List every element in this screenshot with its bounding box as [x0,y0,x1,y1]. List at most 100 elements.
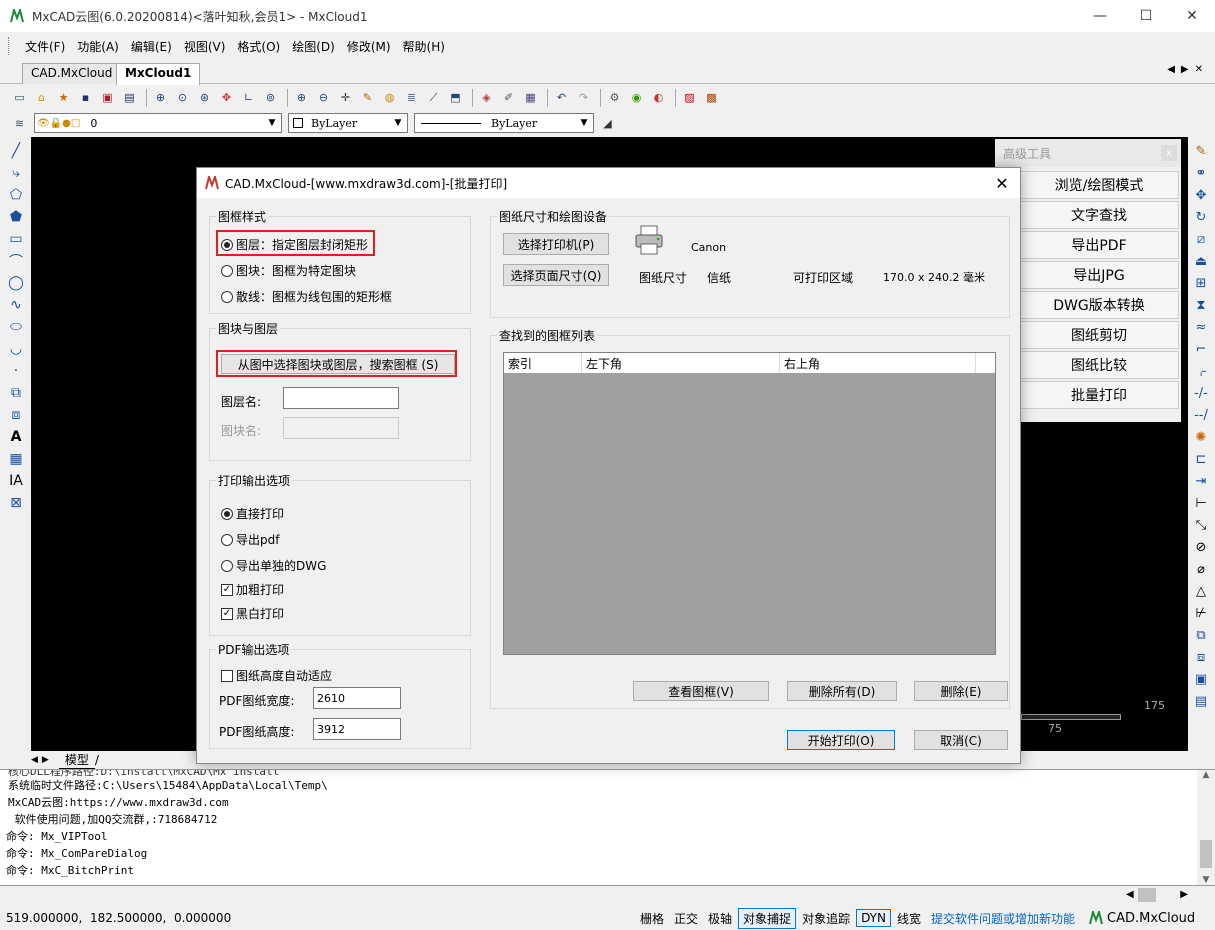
pdf-height-input[interactable]: 3912 [313,718,401,740]
extend-tool-icon[interactable]: --/ [1190,404,1212,426]
scroll-up-icon[interactable]: ▲ [1197,770,1215,786]
table-tool-icon[interactable]: ▦ [5,448,27,470]
mtext-tool-icon[interactable]: IA [5,470,27,492]
open-file-icon[interactable]: ⌂ [32,89,51,107]
command-history[interactable]: 核心DLL程序路径:D:\install\MxCAD\Mx_install 系统… [0,769,1215,886]
menu-draw[interactable]: 绘图(D) [286,38,341,55]
toggle-lineweight[interactable]: 线宽 [893,909,925,928]
offset-tool-icon[interactable]: ≈ [1190,316,1212,338]
menu-modify[interactable]: 修改(M) [341,38,397,55]
save-as-icon[interactable]: ▣ [98,89,117,107]
palette-icon[interactable]: ◍ [380,89,399,107]
layout-nav-arrows[interactable]: ◀▶ [31,755,53,765]
lineweight-icon[interactable]: ◢ [598,114,617,132]
move-icon[interactable]: ✛ [336,89,355,107]
export-dwg-radio[interactable]: 导出单独的DWG [221,557,326,574]
maximize-button[interactable]: ☐ [1123,0,1169,32]
drawing-compare-button[interactable]: 图纸比较 [1019,351,1179,379]
command-scrollbar[interactable]: ▲ ▼ [1197,770,1215,885]
view-frame-button[interactable]: 查看图框(V) [633,681,769,701]
move-tool-icon[interactable]: ✥ [1190,184,1212,206]
frame-list-table[interactable]: 索引 左下角 右上角 [503,352,996,655]
bw-print-checkbox[interactable]: ✓ 黑白打印 [221,605,284,622]
layer-select[interactable]: 👁🔒●□ 0 ▼ [34,113,282,133]
settings-icon[interactable]: ⚙ [605,89,624,107]
text-tool-icon[interactable]: A [5,426,27,448]
drawing-cut-button[interactable]: 图纸剪切 [1019,321,1179,349]
dimension-diameter-icon[interactable]: ⌀ [1190,558,1212,580]
properties-icon[interactable]: ⬒ [446,89,465,107]
batch-print-button[interactable]: 批量打印 [1019,381,1179,409]
zoom-extents-icon[interactable]: ⊛ [195,89,214,107]
column-header-index[interactable]: 索引 [504,353,582,373]
toggle-dyn[interactable]: DYN [856,909,891,927]
stretch-tool-icon[interactable]: ⏏ [1190,250,1212,272]
scale-tool-icon[interactable]: ⧄ [1190,228,1212,250]
toggle-object-track[interactable]: 对象追踪 [798,909,854,928]
color-wheel-icon[interactable]: ◐ [649,89,668,107]
linetype-icon[interactable]: ⟋ [424,89,443,107]
polygon-tool-icon[interactable]: ⬠ [5,184,27,206]
array-tool-icon[interactable]: ⊞ [1190,272,1212,294]
minimize-button[interactable]: — [1077,0,1123,32]
scroll-down-icon[interactable]: ▼ [1197,875,1215,885]
print-icon[interactable]: ▤ [120,89,139,107]
ellipse-tool-icon[interactable]: ⬭ [5,316,27,338]
color-select[interactable]: ByLayer ▼ [288,113,408,133]
copy-tool-icon[interactable]: ⚭ [1190,162,1212,184]
dimension-baseline-icon[interactable]: ⊬ [1190,602,1212,624]
spline-tool-icon[interactable]: ∿ [5,294,27,316]
scroll-thumb[interactable] [1200,840,1212,868]
rotate-tool-icon[interactable]: ↻ [1190,206,1212,228]
menu-file[interactable]: 文件(F) [19,38,71,55]
start-print-button[interactable]: 开始打印(O) [787,730,895,750]
render-icon[interactable]: ◉ [627,89,646,107]
export-jpg-button[interactable]: 导出JPG [1019,261,1179,289]
direct-print-radio[interactable]: 直接打印 [221,505,284,522]
close-button[interactable]: ✕ [1169,0,1215,32]
brush-icon[interactable]: ✐ [499,89,518,107]
ungroup-tool-icon[interactable]: ⧈ [1190,646,1212,668]
menu-edit[interactable]: 编辑(E) [125,38,178,55]
select-page-size-button[interactable]: 选择页面尺寸(Q) [503,264,609,286]
frame-style-block-radio[interactable]: 图块：图框为特定图块 [221,262,356,279]
zoom-realtime-icon[interactable]: ⊕ [151,89,170,107]
tab-cad-mxcloud[interactable]: CAD.MxCloud [22,63,122,84]
dimension-radius-icon[interactable]: ⊘ [1190,536,1212,558]
zoom-in-icon[interactable]: ⊕ [292,89,311,107]
match-properties-icon[interactable]: ◈ [477,89,496,107]
export-pdf-button[interactable]: 导出PDF [1019,231,1179,259]
toggle-grid[interactable]: 栅格 [636,909,668,928]
layer-manager-icon[interactable]: ≋ [10,114,29,132]
make-block-icon[interactable]: ⧈ [5,404,27,426]
open-recent-icon[interactable]: ★ [54,89,73,107]
dimension-angle-icon[interactable]: △ [1190,580,1212,602]
line-tool-icon[interactable]: ╱ [5,140,27,162]
redo-icon[interactable]: ↷ [574,89,593,107]
dimension-aligned-icon[interactable]: ⤡ [1190,514,1212,536]
image-icon[interactable]: ▩ [702,89,721,107]
linetype-select[interactable]: ByLayer ▼ [414,113,594,133]
zoom-out-icon[interactable]: ⊖ [314,89,333,107]
ellipse-arc-tool-icon[interactable]: ◡ [5,338,27,360]
fillet-tool-icon[interactable]: ⌐ [1190,338,1212,360]
bold-print-checkbox[interactable]: ✓ 加粗打印 [221,581,284,598]
rectangle-tool-icon[interactable]: ▭ [5,228,27,250]
horizontal-scrollbar[interactable]: ◀ ▶ [1122,886,1196,904]
column-header-upper-right[interactable]: 右上角 [780,353,976,373]
panel-close-button[interactable]: x [1161,145,1177,161]
cancel-button[interactable]: 取消(C) [914,730,1008,750]
explode-tool-icon[interactable]: ✺ [1190,426,1212,448]
feedback-link[interactable]: 提交软件问题或增加新功能 [931,910,1075,927]
mirror-tool-icon[interactable]: ⧗ [1190,294,1212,316]
ucs-icon[interactable]: ∟ [239,89,258,107]
join-tool-icon[interactable]: ⇥ [1190,470,1212,492]
export-pdf-radio[interactable]: 导出pdf [221,531,279,548]
erase-tool-icon[interactable]: ✎ [1190,140,1212,162]
zoom-window-icon[interactable]: ⊙ [173,89,192,107]
text-search-button[interactable]: 文字查找 [1019,201,1179,229]
browse-draw-mode-button[interactable]: 浏览/绘图模式 [1019,171,1179,199]
menu-help[interactable]: 帮助(H) [397,38,451,55]
layers-icon[interactable]: ≣ [402,89,421,107]
column-header-lower-left[interactable]: 左下角 [582,353,780,373]
